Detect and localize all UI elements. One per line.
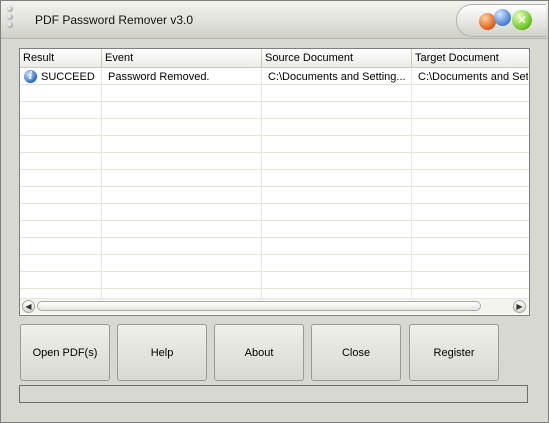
app-window: PDF Password Remover v3.0 ✕ Result Event… <box>0 0 549 423</box>
event-cell: Password Removed. <box>108 71 210 83</box>
column-divider <box>411 68 412 298</box>
close-button[interactable]: Close <box>311 324 401 381</box>
window-title: PDF Password Remover v3.0 <box>35 13 194 27</box>
open-pdfs-button[interactable]: Open PDF(s) <box>20 324 110 381</box>
list-body <box>20 68 529 298</box>
column-header-result[interactable]: Result <box>20 49 102 67</box>
status-bar <box>19 385 528 403</box>
results-list[interactable]: Result Event Source Document Target Docu… <box>19 48 530 316</box>
scroll-right-button[interactable]: ▶ <box>513 300 526 313</box>
column-header-source-document[interactable]: Source Document <box>262 49 412 67</box>
target-document-cell: C:\Documents and Set <box>418 71 528 83</box>
list-header: Result Event Source Document Target Docu… <box>20 49 529 68</box>
maximize-button[interactable] <box>494 9 511 26</box>
info-icon: i <box>24 70 37 83</box>
column-header-target-document[interactable]: Target Document <box>412 49 529 67</box>
result-cell: SUCCEED <box>41 71 95 83</box>
list-item[interactable]: i SUCCEED Password Removed. C:\Documents… <box>20 69 529 85</box>
about-button[interactable]: About <box>214 324 304 381</box>
window-menu-grip-icon[interactable] <box>5 6 17 30</box>
register-button[interactable]: Register <box>409 324 499 381</box>
horizontal-scrollbar[interactable]: ◀ ▶ <box>20 298 529 314</box>
scroll-left-button[interactable]: ◀ <box>22 300 35 313</box>
column-header-event[interactable]: Event <box>102 49 262 67</box>
source-document-cell: C:\Documents and Setting... <box>268 71 406 83</box>
column-divider <box>261 68 262 298</box>
help-button[interactable]: Help <box>117 324 207 381</box>
close-window-button[interactable]: ✕ <box>512 10 532 30</box>
column-divider <box>101 68 102 298</box>
scroll-thumb[interactable] <box>37 301 481 311</box>
title-bar[interactable]: PDF Password Remover v3.0 ✕ <box>1 1 548 39</box>
